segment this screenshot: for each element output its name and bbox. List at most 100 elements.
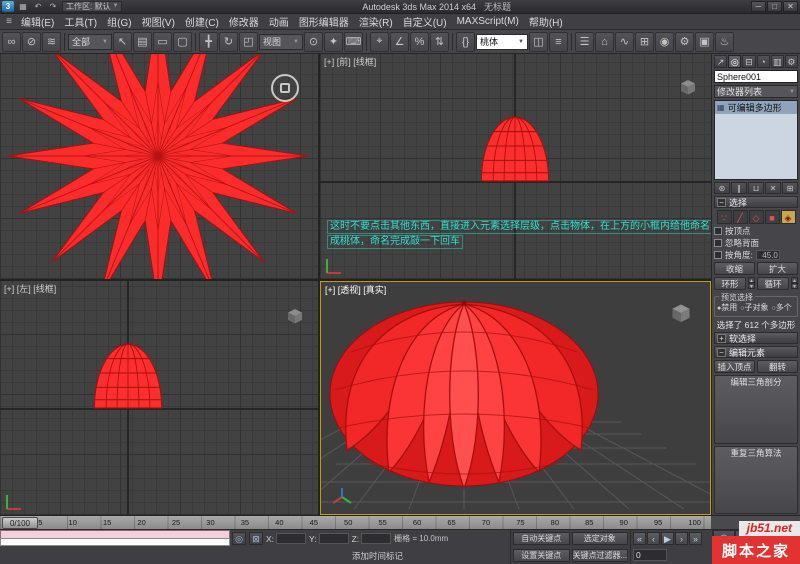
retriangulate-button[interactable]: 重复三角算法 [714, 445, 798, 514]
grow-button[interactable]: 扩大 [757, 262, 798, 275]
viewport-left-label[interactable]: [+] [左] [线框] [4, 282, 56, 295]
spinner-snap-icon[interactable]: ⇅ [430, 31, 449, 52]
go-to-start-icon[interactable]: « [633, 531, 646, 545]
menu-edit[interactable]: 编辑(E) [16, 14, 59, 29]
maxscript-mini-listener[interactable] [0, 538, 230, 546]
selection-filter-dropdown[interactable]: 全部 ▼ [68, 33, 112, 50]
add-time-tag[interactable]: 添加时间标记 [352, 550, 403, 562]
tab-create[interactable]: ↗ [714, 55, 728, 68]
play-icon[interactable]: ▶ [661, 531, 674, 545]
menu-graph-editors[interactable]: 图形编辑器 [294, 14, 354, 29]
tab-modify[interactable]: ◎ [728, 55, 742, 68]
track-bar[interactable]: 0/100 0510152025303540455055606570758085… [0, 516, 711, 529]
menu-group[interactable]: 组(G) [102, 14, 136, 29]
selected-set-dropdown[interactable]: 选定对象 [571, 531, 628, 545]
unlink-selection-icon[interactable]: ⊘ [22, 31, 41, 52]
remove-modifier-icon[interactable]: ✕ [765, 182, 781, 194]
graphite-ribbon-icon[interactable]: ⌂ [595, 31, 614, 52]
application-button[interactable]: 3 [2, 1, 14, 12]
stack-item-editable-poly[interactable]: ▦ 可编辑多边形 [715, 101, 797, 114]
menu-tools[interactable]: 工具(T) [59, 14, 102, 29]
bind-to-space-warp-icon[interactable]: ≋ [42, 31, 61, 52]
viewport-left[interactable]: [+] [左] [线框] [0, 281, 318, 515]
rollout-toggle-icon[interactable]: − [717, 347, 726, 357]
pumpkin-object[interactable] [329, 300, 599, 490]
key-filters-button[interactable]: 关键点过滤器... [571, 548, 628, 562]
layer-manager-icon[interactable]: ☰ [575, 31, 594, 52]
rectangular-selection-region-icon[interactable]: ▭ [153, 31, 172, 52]
viewport-perspective[interactable]: [+] [透视] [真实] [320, 281, 711, 515]
isolate-selection-icon[interactable]: ◎ [232, 532, 246, 545]
rollout-soft-selection[interactable]: + 软选择 [714, 332, 798, 344]
schematic-view-icon[interactable]: ⊞ [635, 31, 654, 52]
coord-y-field[interactable] [318, 533, 349, 544]
close-button[interactable]: ✕ [783, 1, 798, 12]
ignore-backfacing-checkbox[interactable]: 忽略背面 [714, 238, 798, 248]
ring-spinner[interactable]: ▲ ▼ [748, 277, 755, 290]
reference-coordinate-dropdown[interactable]: 视图 ▼ [259, 33, 303, 50]
menu-help[interactable]: 帮助(H) [524, 14, 568, 29]
flip-button[interactable]: 翻转 [757, 360, 798, 373]
by-angle-checkbox[interactable]: 按角度: 45.0 [714, 250, 798, 260]
shrink-button[interactable]: 收缩 [714, 262, 755, 275]
viewcube-icon[interactable] [670, 302, 692, 324]
preview-disable-radio[interactable]: ●禁用 [717, 302, 737, 313]
use-pivot-center-icon[interactable]: ⊙ [304, 31, 323, 52]
polygon-mode-icon[interactable]: ■ [764, 210, 780, 224]
select-by-name-icon[interactable]: ▤ [133, 31, 152, 52]
set-key-button[interactable]: 设置关键点 [513, 548, 570, 562]
tab-display[interactable]: ▥ [770, 55, 784, 68]
menu-views[interactable]: 视图(V) [137, 14, 180, 29]
element-mode-icon[interactable]: ◈ [780, 210, 796, 224]
sphere-object-left-view[interactable] [86, 338, 170, 410]
menu-maxscript[interactable]: MAXScript(M) [452, 16, 524, 27]
undo-icon[interactable]: ↶ [32, 1, 44, 12]
viewcube-icon[interactable] [286, 307, 304, 325]
make-unique-icon[interactable]: ⊔ [748, 182, 764, 194]
align-icon[interactable]: ≡ [549, 31, 568, 52]
angle-value-field[interactable]: 45.0 [755, 250, 780, 260]
rollout-selection[interactable]: − 选择 [714, 196, 798, 208]
redo-icon[interactable]: ↷ [47, 1, 59, 12]
named-selection-set-input[interactable]: 桃体 ▼ [476, 33, 528, 50]
auto-key-button[interactable]: 自动关键点 [513, 531, 570, 545]
select-and-link-icon[interactable]: ∞ [2, 31, 21, 52]
modifier-stack[interactable]: ▦ 可编辑多边形 [714, 100, 798, 180]
checkbox-icon[interactable] [714, 227, 722, 235]
select-and-manipulate-icon[interactable]: ✦ [324, 31, 343, 52]
minimize-button[interactable]: ─ [751, 1, 766, 12]
edit-triangulation-button[interactable]: 编辑三角剖分 [714, 375, 798, 444]
menu-animation[interactable]: 动画 [264, 14, 294, 29]
render-setup-icon[interactable]: ⚙ [675, 31, 694, 52]
viewcube-icon[interactable] [679, 78, 697, 96]
rollout-edit-elements[interactable]: − 编辑元素 [714, 346, 798, 358]
next-frame-icon[interactable]: › [675, 531, 688, 545]
save-icon[interactable]: ▦ [17, 1, 29, 12]
maxscript-macro-recorder[interactable] [0, 530, 230, 538]
coord-z-field[interactable] [361, 533, 392, 544]
snaps-toggle-icon[interactable]: ⌖ [370, 31, 389, 52]
mirror-icon[interactable]: ◫ [529, 31, 548, 52]
selection-lock-icon[interactable]: ⊠ [249, 532, 263, 545]
previous-frame-icon[interactable]: ‹ [647, 531, 660, 545]
viewport-top[interactable] [0, 54, 318, 279]
viewport-front-label[interactable]: [+] [前] [线框] [324, 55, 376, 68]
current-frame-field[interactable]: 0 [633, 549, 667, 562]
angle-snap-icon[interactable]: ∠ [390, 31, 409, 52]
select-and-rotate-icon[interactable]: ↻ [219, 31, 238, 52]
select-object-icon[interactable]: ↖ [113, 31, 132, 52]
time-slider-handle[interactable]: 0/100 [2, 517, 38, 529]
curve-editor-icon[interactable]: ∿ [615, 31, 634, 52]
tab-motion[interactable]: ◔ [756, 55, 770, 68]
select-and-scale-icon[interactable]: ◰ [239, 31, 258, 52]
viewport-perspective-label[interactable]: [+] [透视] [真实] [325, 283, 386, 296]
workspace-dropdown[interactable]: 工作区: 默认 ▼ [62, 1, 123, 12]
menu-modifiers[interactable]: 修改器 [224, 14, 264, 29]
go-to-end-icon[interactable]: » [689, 531, 702, 545]
tab-hierarchy[interactable]: ⊟ [742, 55, 756, 68]
rollout-toggle-icon[interactable]: − [717, 197, 726, 207]
keyboard-override-icon[interactable]: ⌨ [344, 31, 363, 52]
edit-named-selection-sets-icon[interactable]: {} [456, 31, 475, 52]
maximize-button[interactable]: □ [767, 1, 782, 12]
tab-utilities[interactable]: ⚙ [784, 55, 799, 68]
